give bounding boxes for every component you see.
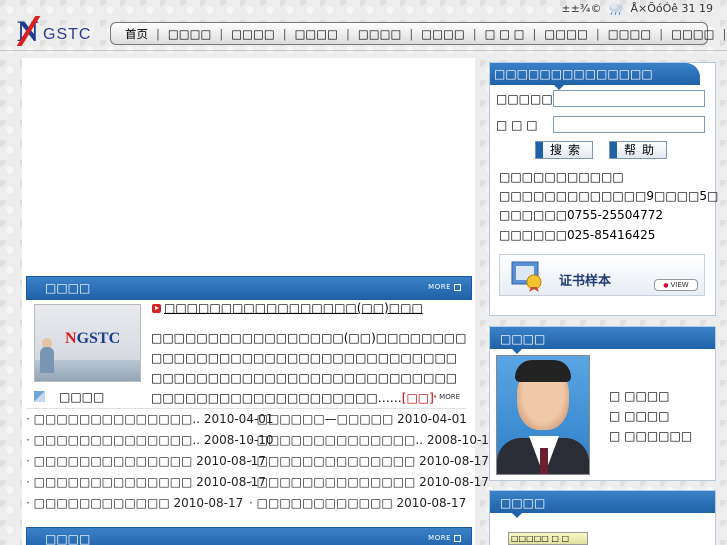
news-item[interactable]: □□□□□□□□□□□□□□.. 2008-10-10	[26, 433, 274, 447]
certificate-search-header: □□□□□□□□□□□□□□	[490, 63, 700, 90]
cloud-rain-icon	[608, 3, 623, 16]
certificate-sample-banner[interactable]: 证书样本 VIEW	[499, 254, 705, 296]
partner-heading: □□□□	[500, 496, 546, 510]
news-item[interactable]: □□□□□□□□□□□□□□.. 2010-04-01	[26, 412, 274, 426]
date-weather-status: ±±¾© Å×ÕóÓê 31 19	[561, 2, 713, 16]
nav-item[interactable]: □ □ □	[485, 27, 525, 41]
nav-item[interactable]: □□□□	[421, 27, 464, 41]
field2-label: □ □ □	[496, 118, 538, 132]
news-item[interactable]: □□□□□□□□□□□□ 2010-08-17	[26, 496, 244, 510]
main-nav: 首页 | □□□□ | □□□□ | □□□□ | □□□□ | □□□□ | □ □ □ |…	[110, 22, 726, 45]
plus-box-icon	[454, 283, 461, 291]
news-item[interactable]: □□□□□□—□□□□□ 2010-04-01	[249, 412, 467, 426]
nav-separator: |	[346, 26, 350, 41]
nav-separator: |	[219, 26, 224, 41]
contact-address: □□□□□□□□□□□□□9□□□□5□	[499, 189, 719, 203]
expert-header: □□□□	[490, 327, 715, 354]
help-button[interactable]: 帮助	[609, 141, 667, 159]
logo-letter: N	[16, 16, 41, 48]
news-heading: □□□□	[59, 390, 105, 404]
header-divider	[0, 50, 727, 51]
certificate-search-heading: □□□□□□□□□□□□□□	[494, 67, 653, 81]
nav-separator: |	[472, 26, 477, 41]
intro-heading: □□□□	[45, 281, 91, 295]
plus-box-icon	[454, 534, 461, 542]
company-office-image[interactable]: NGSTC	[34, 304, 141, 382]
nav-item[interactable]: □□□□	[358, 27, 401, 41]
news-item[interactable]: □□□□□□□□□□□□□□ 2010-08-17	[249, 475, 489, 489]
nav-separator: |	[595, 26, 600, 41]
verification-input[interactable]	[553, 116, 705, 133]
nav-separator: |	[156, 26, 160, 41]
logo-text: GSTC	[43, 26, 92, 43]
nav-separator: |	[722, 26, 727, 41]
search-button[interactable]: 搜索	[535, 141, 593, 159]
expert-info-item: □ □□□□□□	[609, 429, 693, 443]
partner-logo-link[interactable]: □□□□□ □ □	[508, 532, 588, 545]
date-text: ±±¾©	[561, 2, 602, 15]
certificate-icon	[511, 261, 542, 292]
bottom-more-link[interactable]: MORE	[428, 534, 461, 542]
intro-section-header: □□□□ MORE	[26, 276, 472, 300]
intro-more-link[interactable]: MORE	[428, 283, 461, 291]
contact-title: □□□□□□□□□□□	[499, 170, 624, 184]
expert-photo[interactable]	[496, 355, 590, 475]
square-bullet-icon	[34, 391, 45, 402]
view-button[interactable]: VIEW	[654, 279, 698, 291]
contact-phone-1: □□□□□□0755-25504772	[499, 208, 663, 222]
field1-label: □□□□□	[496, 92, 553, 106]
nav-item[interactable]: □□□□	[168, 27, 211, 41]
intro-title[interactable]: □□□□□□□□□□□□□□□□□(□□)□□□	[152, 301, 423, 315]
news-item[interactable]: □□□□□□□□□□□□ 2010-08-17	[249, 496, 467, 510]
certificate-number-input[interactable]	[553, 90, 705, 107]
nav-item[interactable]: □□□□	[231, 27, 274, 41]
nav-separator: |	[282, 26, 287, 41]
news-item[interactable]: □□□□□□□□□□□□□□ 2010-08-17	[26, 475, 266, 489]
contact-phone-2: □□□□□□025-85416425	[499, 228, 656, 242]
play-bullet-icon	[152, 304, 161, 313]
nav-item[interactable]: □□□□	[544, 27, 587, 41]
nav-separator: |	[409, 26, 414, 41]
nav-item[interactable]: □□□□	[608, 27, 651, 41]
news-divider	[26, 408, 466, 409]
bottom-section-header: □□□□ MORE	[26, 527, 472, 545]
nav-item[interactable]: □□□□	[295, 27, 338, 41]
certificate-sample-label: 证书样本	[559, 274, 612, 289]
nav-item-home[interactable]: 首页	[125, 26, 148, 42]
expert-info-item: □ □□□□	[609, 409, 670, 423]
news-more-link[interactable]: MORE	[433, 393, 460, 401]
site-logo[interactable]: N GSTC	[16, 16, 97, 48]
news-item[interactable]: □□□□□□□□□□□□□□.. 2008-10-10	[249, 433, 497, 447]
image-logo: NGSTC	[65, 330, 121, 347]
news-item[interactable]: □□□□□□□□□□□□□□ 2010-08-17	[26, 454, 266, 468]
expert-info-item: □ □□□□	[609, 389, 670, 403]
nav-separator: |	[659, 26, 664, 41]
weather-text: Å×ÕóÓê 31 19	[630, 2, 713, 15]
intro-title-link[interactable]: □□□□□□□□□□□□□□□□□(□□)□□□	[164, 301, 423, 315]
expert-heading: □□□□	[500, 332, 546, 346]
news-section-header: □□□□ MORE	[26, 388, 466, 408]
nav-item[interactable]: □□□□	[671, 27, 714, 41]
nav-separator: |	[532, 26, 537, 41]
bottom-section-heading: □□□□	[45, 532, 91, 545]
news-item[interactable]: □□□□□□□□□□□□□□ 2010-08-17	[249, 454, 489, 468]
partner-header: □□□□	[490, 491, 715, 518]
